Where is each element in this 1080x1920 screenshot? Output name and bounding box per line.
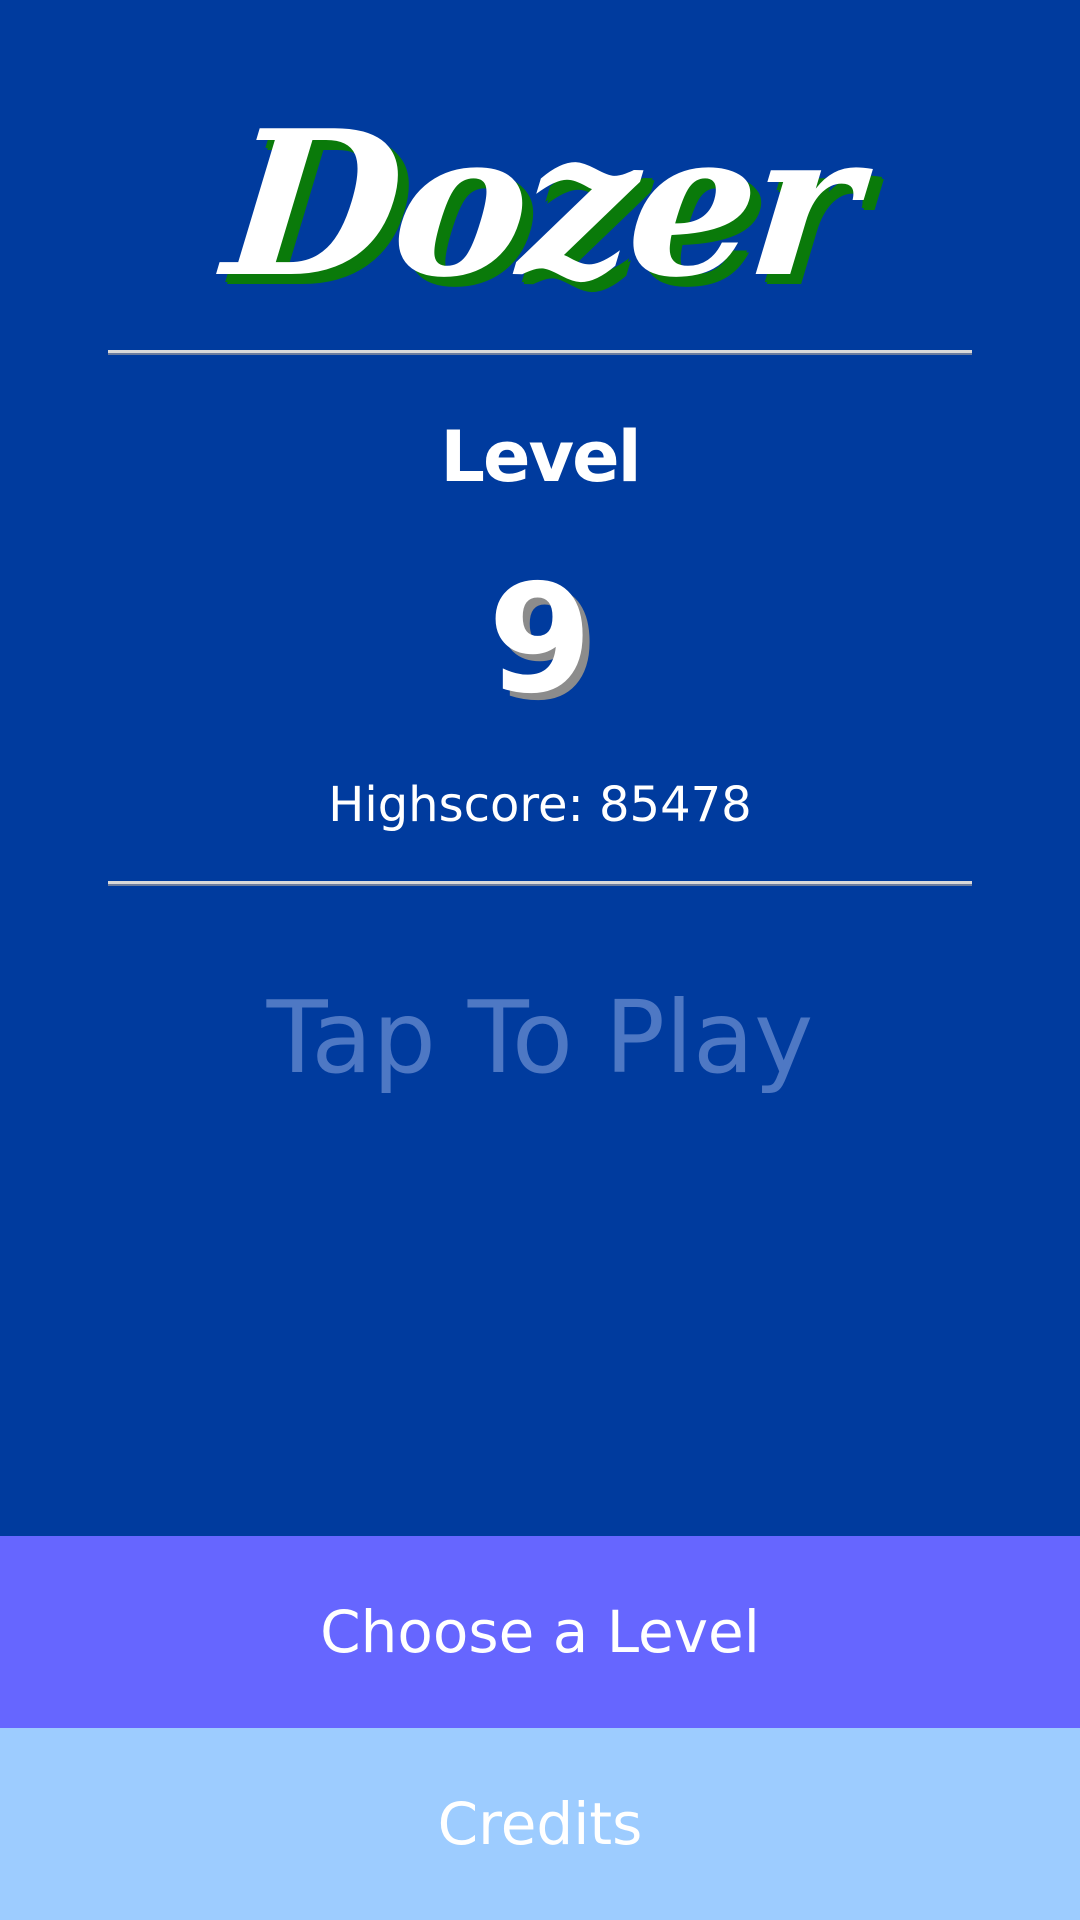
credits-button[interactable]: Credits [0, 1728, 1080, 1920]
top-divider [108, 350, 972, 355]
level-number: 9 [487, 553, 593, 727]
level-label: Level [440, 416, 641, 498]
game-logo: Dozer [0, 87, 1080, 322]
highscore-text: Highscore: 85478 [328, 777, 752, 833]
bottom-divider [108, 881, 972, 886]
choose-level-button[interactable]: Choose a Level [0, 1536, 1080, 1728]
logo-text: Dozer [216, 87, 864, 322]
main-menu-screen: Dozer Level 9 Highscore: 85478 Tap To Pl… [0, 0, 1080, 1920]
tap-to-play-prompt[interactable]: Tap To Play [0, 978, 1080, 1098]
